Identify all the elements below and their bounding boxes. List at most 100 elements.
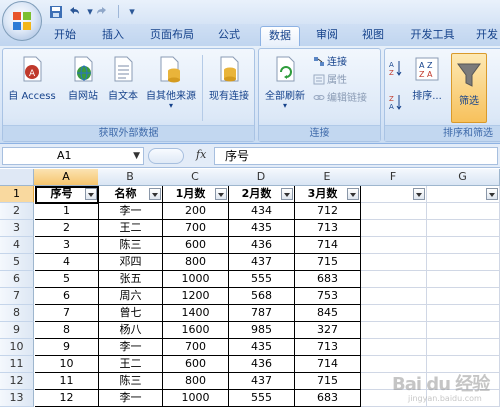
table-cell[interactable]: 600 bbox=[163, 237, 229, 254]
table-header-cell[interactable]: 1月数 bbox=[163, 186, 229, 203]
table-cell[interactable] bbox=[427, 271, 500, 288]
name-box[interactable]: A1 ▼ bbox=[2, 147, 144, 165]
table-cell[interactable]: 800 bbox=[163, 254, 229, 271]
table-cell[interactable]: 700 bbox=[163, 339, 229, 356]
table-cell[interactable]: 7 bbox=[35, 305, 99, 322]
table-cell[interactable]: 713 bbox=[295, 339, 361, 356]
tab-insert[interactable]: 插入 bbox=[98, 26, 128, 46]
table-cell[interactable]: 985 bbox=[229, 322, 295, 339]
filter-button[interactable]: 筛选 bbox=[451, 53, 487, 123]
from-access-button[interactable]: A 自 Access bbox=[7, 55, 57, 102]
table-header-cell[interactable]: 2月数 bbox=[229, 186, 295, 203]
existing-connections-button[interactable]: 现有连接 bbox=[205, 55, 253, 102]
table-cell[interactable] bbox=[361, 271, 427, 288]
table-cell[interactable] bbox=[427, 203, 500, 220]
table-cell[interactable]: 王二 bbox=[99, 356, 163, 373]
tab-page-layout[interactable]: 页面布局 bbox=[146, 26, 198, 46]
properties-button[interactable]: 属性 bbox=[313, 73, 347, 88]
table-cell[interactable]: 714 bbox=[295, 237, 361, 254]
table-header-cell[interactable] bbox=[361, 186, 427, 203]
table-cell[interactable]: 787 bbox=[229, 305, 295, 322]
table-cell[interactable] bbox=[361, 203, 427, 220]
table-header-cell[interactable]: 名称 bbox=[99, 186, 163, 203]
table-cell[interactable]: 715 bbox=[295, 373, 361, 390]
row-header[interactable]: 10 bbox=[0, 339, 34, 356]
column-header[interactable]: E bbox=[294, 169, 361, 186]
row-header[interactable]: 8 bbox=[0, 305, 34, 322]
table-cell[interactable]: 1400 bbox=[163, 305, 229, 322]
row-header[interactable]: 4 bbox=[0, 237, 34, 254]
column-header[interactable]: B bbox=[98, 169, 163, 186]
row-header[interactable]: 7 bbox=[0, 288, 34, 305]
row-header[interactable]: 3 bbox=[0, 220, 34, 237]
tab-data[interactable]: 数据 bbox=[260, 26, 300, 46]
table-cell[interactable] bbox=[361, 305, 427, 322]
name-box-dropdown-icon[interactable]: ▼ bbox=[133, 148, 140, 164]
table-cell[interactable]: 12 bbox=[35, 390, 99, 407]
table-cell[interactable] bbox=[427, 254, 500, 271]
filter-dropdown-icon[interactable] bbox=[413, 188, 425, 200]
table-cell[interactable]: 邓四 bbox=[99, 254, 163, 271]
table-cell[interactable]: 683 bbox=[295, 390, 361, 407]
table-cell[interactable]: 陈三 bbox=[99, 237, 163, 254]
column-header[interactable]: G bbox=[426, 169, 500, 186]
tab-review[interactable]: 审阅 bbox=[312, 26, 342, 46]
tab-formulas[interactable]: 公式 bbox=[214, 26, 244, 46]
table-cell[interactable]: 437 bbox=[229, 254, 295, 271]
table-cell[interactable]: 436 bbox=[229, 237, 295, 254]
table-cell[interactable]: 曾七 bbox=[99, 305, 163, 322]
tab-view[interactable]: 视图 bbox=[358, 26, 388, 46]
filter-dropdown-icon[interactable] bbox=[85, 188, 97, 200]
table-cell[interactable]: 712 bbox=[295, 203, 361, 220]
table-cell[interactable]: 200 bbox=[163, 203, 229, 220]
table-cell[interactable]: 张五 bbox=[99, 271, 163, 288]
table-cell[interactable]: 王二 bbox=[99, 220, 163, 237]
table-cell[interactable]: 陈三 bbox=[99, 373, 163, 390]
table-cell[interactable]: 683 bbox=[295, 271, 361, 288]
office-button[interactable] bbox=[2, 1, 42, 41]
edit-links-button[interactable]: 编辑链接 bbox=[313, 91, 367, 106]
row-header[interactable]: 12 bbox=[0, 373, 34, 390]
redo-icon[interactable] bbox=[94, 5, 110, 19]
table-cell[interactable]: 杨八 bbox=[99, 322, 163, 339]
formula-input[interactable]: 序号 bbox=[214, 147, 498, 165]
table-cell[interactable] bbox=[361, 339, 427, 356]
refresh-all-button[interactable]: 全部刷新 ▾ bbox=[261, 55, 309, 110]
table-cell[interactable]: 753 bbox=[295, 288, 361, 305]
column-header[interactable]: C bbox=[162, 169, 229, 186]
insert-function-icon[interactable]: fx bbox=[196, 148, 206, 161]
table-header-cell[interactable] bbox=[427, 186, 500, 203]
table-cell[interactable]: 1000 bbox=[163, 271, 229, 288]
table-cell[interactable] bbox=[361, 322, 427, 339]
row-header[interactable]: 13 bbox=[0, 390, 34, 407]
table-cell[interactable]: 1200 bbox=[163, 288, 229, 305]
table-cell[interactable]: 1600 bbox=[163, 322, 229, 339]
customize-qat-icon[interactable]: ▾ bbox=[124, 5, 140, 19]
table-cell[interactable] bbox=[361, 288, 427, 305]
filter-dropdown-icon[interactable] bbox=[149, 188, 161, 200]
table-cell[interactable]: 周六 bbox=[99, 288, 163, 305]
table-cell[interactable]: 1000 bbox=[163, 390, 229, 407]
sort-button[interactable]: A ZZ A 排序... bbox=[407, 55, 447, 102]
table-cell[interactable]: 李一 bbox=[99, 339, 163, 356]
table-cell[interactable]: 845 bbox=[295, 305, 361, 322]
select-all-corner[interactable] bbox=[0, 169, 34, 186]
table-cell[interactable]: 435 bbox=[229, 339, 295, 356]
row-header[interactable]: 9 bbox=[0, 322, 34, 339]
table-cell[interactable]: 700 bbox=[163, 220, 229, 237]
table-cell[interactable]: 436 bbox=[229, 356, 295, 373]
table-cell[interactable] bbox=[361, 254, 427, 271]
filter-dropdown-icon[interactable] bbox=[347, 188, 359, 200]
tab-developer-2[interactable]: 开发 bbox=[474, 26, 500, 46]
table-cell[interactable]: 4 bbox=[35, 254, 99, 271]
table-cell[interactable]: 8 bbox=[35, 322, 99, 339]
table-cell[interactable] bbox=[427, 322, 500, 339]
table-cell[interactable]: 9 bbox=[35, 339, 99, 356]
table-cell[interactable]: 10 bbox=[35, 356, 99, 373]
table-cell[interactable]: 435 bbox=[229, 220, 295, 237]
row-header[interactable]: 2 bbox=[0, 203, 34, 220]
row-header[interactable]: 1 bbox=[0, 186, 34, 203]
sort-descending-icon[interactable]: ZA bbox=[389, 93, 403, 114]
table-cell[interactable]: 437 bbox=[229, 373, 295, 390]
table-cell[interactable]: 568 bbox=[229, 288, 295, 305]
